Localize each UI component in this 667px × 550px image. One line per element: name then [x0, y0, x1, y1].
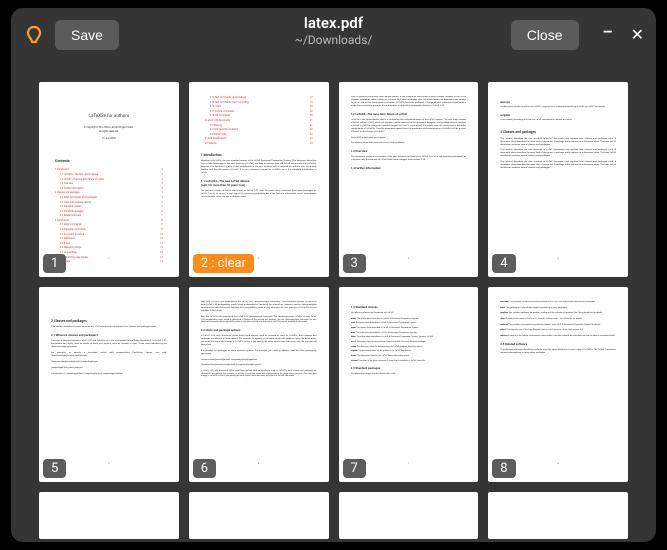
page-thumbnail[interactable]: 2 Classes and packagesThis section descr… [39, 287, 179, 482]
app-icon [23, 24, 45, 46]
page-thumbnail[interactable] [39, 492, 179, 539]
page-thumbnail[interactable]: Thus, to process documents from various … [339, 82, 479, 277]
thumbnail-grid: LaTeX2e for authors© Copyright 1995–2020… [39, 82, 628, 539]
page-content: 2.3 Standard classesThe following classe… [351, 301, 467, 468]
page-number-badge: 8 [492, 459, 515, 478]
minimize-icon[interactable]: – [603, 24, 613, 40]
page-number-badge: 1 [43, 254, 66, 273]
page-number-badge: 4 [492, 254, 515, 273]
page-number-badge: 6 [193, 459, 216, 478]
close-button[interactable]: Close [511, 20, 579, 50]
titlebar: Save latex.pdf ~/Downloads/ Close – ✕ [11, 8, 656, 62]
page-thumbnail[interactable]: amsmath This contains the advanced math … [488, 287, 628, 482]
page-content: amsmath This contains the advanced math … [500, 301, 616, 468]
save-button[interactable]: Save [55, 20, 119, 50]
page-number-badge: 5 [43, 459, 66, 478]
page-content: Thus, to process documents from various … [351, 96, 467, 263]
page-content: latex.texIs a document introducing autho… [500, 96, 616, 263]
page-thumbnail[interactable]: latex.texIs a document introducing autho… [488, 82, 628, 277]
page-content: Note that LaTeX2e still understands the … [201, 301, 317, 468]
page-thumbnail[interactable]: 2.3 Standard classesThe following classe… [339, 287, 479, 482]
page-content: 3.14 Text commands: all encodings173.15 … [201, 96, 317, 263]
page-thumbnail[interactable]: 3.14 Text commands: all encodings173.15 … [189, 82, 329, 277]
page-number-badge: 2 : clear [193, 254, 254, 273]
page-thumbnail[interactable]: Note that LaTeX2e still understands the … [189, 287, 329, 482]
page-number-badge: 7 [343, 459, 366, 478]
thumbnail-grid-viewport[interactable]: LaTeX2e for authors© Copyright 1995–2020… [11, 62, 656, 542]
page-number-badge: 3 [343, 254, 366, 273]
window-close-icon[interactable]: ✕ [631, 27, 644, 43]
page-thumbnail[interactable] [189, 492, 329, 539]
pdf-arranger-window: Save latex.pdf ~/Downloads/ Close – ✕ La… [11, 8, 656, 542]
page-thumbnail[interactable] [339, 492, 479, 539]
window-controls: – ✕ [603, 27, 645, 43]
page-thumbnail[interactable] [488, 492, 628, 539]
page-content: 2 Classes and packagesThis section descr… [51, 311, 167, 468]
page-content: LaTeX2e for authors© Copyright 1995–2020… [51, 96, 167, 263]
page-thumbnail[interactable]: LaTeX2e for authors© Copyright 1995–2020… [39, 82, 179, 277]
